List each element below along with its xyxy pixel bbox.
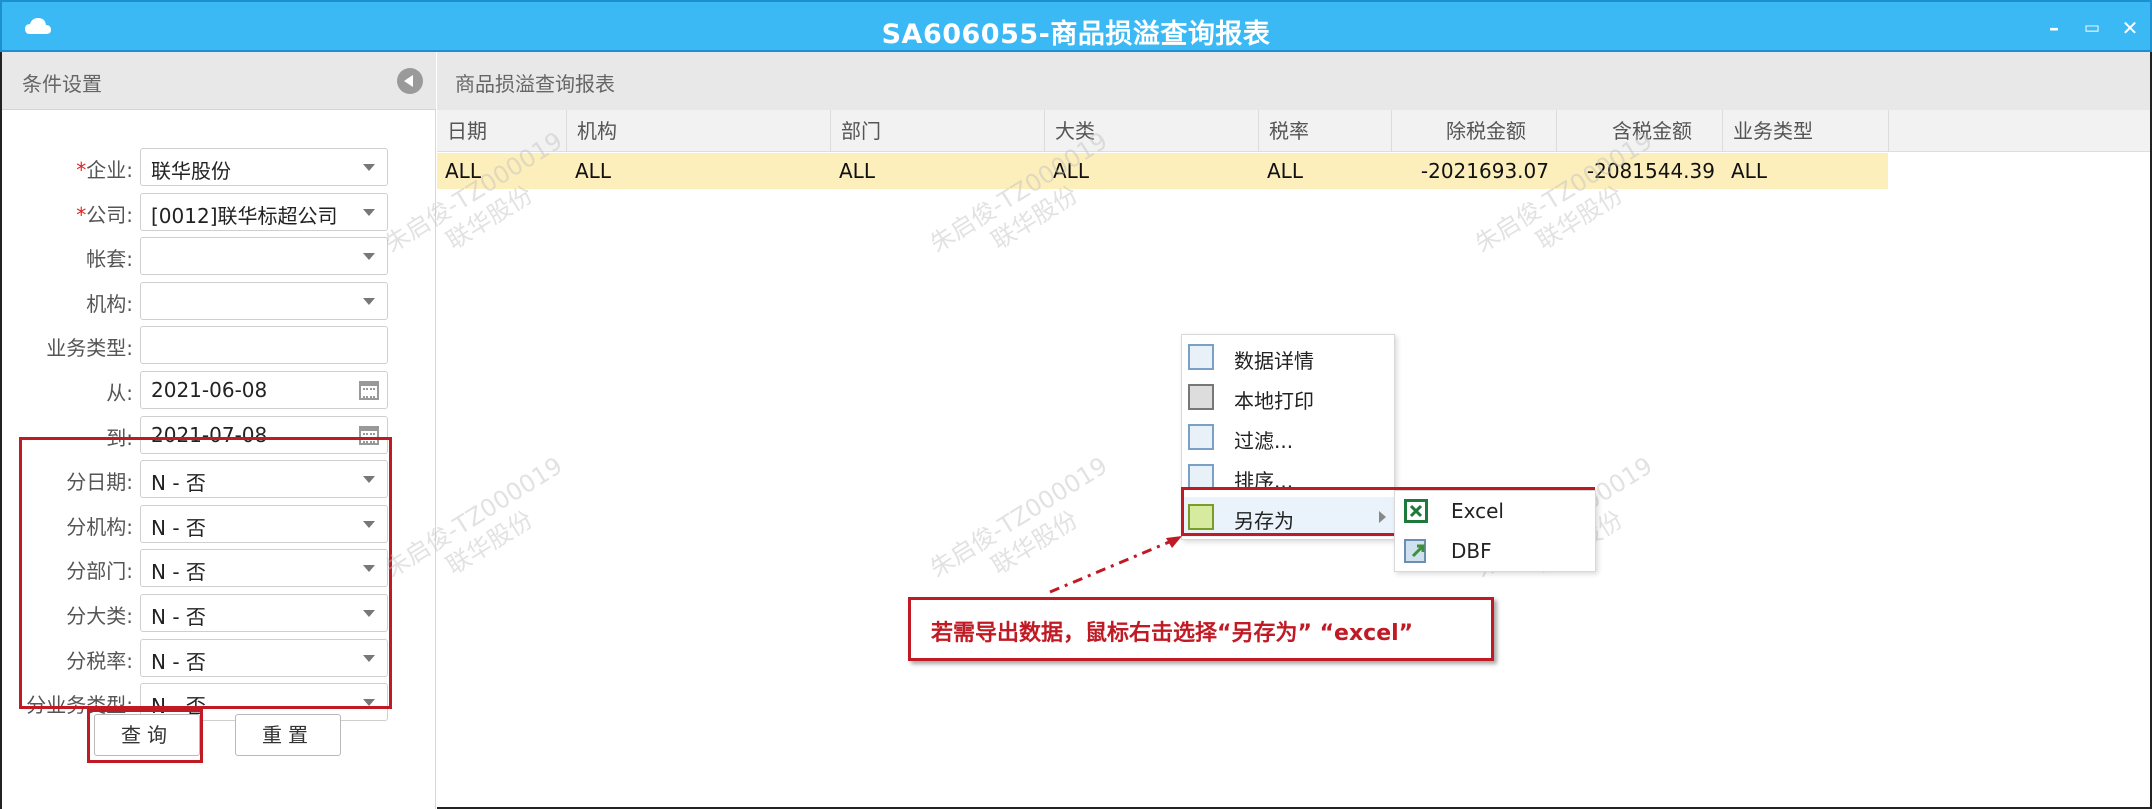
annotation-arrow [1049,536,1182,594]
dropdown-arrow-icon[interactable] [363,297,375,305]
dropdown-arrow-icon[interactable] [363,164,375,171]
field-label: *企业: [76,158,133,182]
report-title: 商品损溢查询报表 [455,72,615,96]
query-button[interactable]: 查询 [94,714,200,756]
filter-icon [1188,424,1214,450]
form-row: *公司: [0012]联华标超公司 [2,192,438,231]
export-hint-callout: 若需导出数据，鼠标右击选择“另存为” “excel” [908,597,1494,661]
printer-icon [1188,384,1214,410]
org-field[interactable] [140,281,388,320]
account-set-field[interactable] [140,237,388,276]
document-icon [1188,344,1214,370]
dropdown-arrow-icon[interactable] [363,208,375,216]
menu-item-data-detail[interactable]: 数据详情 [1182,337,1394,377]
excel-icon [1404,499,1428,523]
company-field[interactable]: 联华股份 [140,148,388,186]
required-marker: * [76,158,87,182]
annotation-highlight-box [19,437,392,709]
form-row: 帐套: [2,237,438,276]
submenu-item-excel[interactable]: Excel [1395,491,1595,531]
table-cell: ALL [1731,159,1767,183]
menu-item-local-print[interactable]: 本地打印 [1182,377,1394,417]
reset-button[interactable]: 重置 [235,714,341,756]
minimize-icon[interactable]: – [2042,16,2066,40]
export-hint-text: 若需导出数据，鼠标右击选择“另存为” “excel” [931,621,1414,646]
field-value: 2021-06-08 [151,378,268,402]
column-header-amount-ex-tax[interactable]: 除税金额 [1392,110,1557,152]
required-marker: * [76,202,87,227]
field-label: *公司: [76,202,133,227]
dbf-export-icon [1404,539,1426,563]
condition-panel-title: 条件设置 [22,72,102,96]
form-row: 业务类型: [2,326,438,365]
close-icon[interactable]: ✕ [2118,16,2142,40]
field-label: 业务类型: [46,336,133,361]
calendar-icon[interactable] [359,381,379,400]
column-header-dept[interactable]: 部门 [831,110,1045,152]
window-title: SA606055-商品损溢查询报表 [881,19,1271,50]
date-from-field[interactable]: 2021-06-08 [140,371,388,409]
table-cell: -2021693.07 [1420,159,1549,183]
table-header: 日期 机构 部门 大类 税率 除税金额 含税金额 业务类型 [437,110,2150,152]
column-header-tax-rate[interactable]: 税率 [1259,110,1392,152]
menu-item-filter[interactable]: 过滤... [1182,417,1394,457]
restore-icon[interactable]: ▭ [2080,16,2104,40]
table-cell: ALL [1267,159,1303,183]
branch-company-field[interactable]: [0012]联华标超公司 [140,192,388,231]
report-header: 商品损溢查询报表 [437,52,2150,110]
form-row: 从: 2021-06-08 [2,371,438,409]
form-row: *企业: 联华股份 [2,148,438,186]
field-value: 联华股份 [151,159,231,183]
column-header-org[interactable]: 机构 [567,110,831,152]
collapse-panel-icon[interactable] [397,68,423,94]
window-titlebar: SA606055-商品损溢查询报表 – ▭ ✕ [0,0,2152,52]
dropdown-arrow-icon[interactable] [363,253,375,261]
condition-panel: 条件设置 *企业: 联华股份 *公司: [0012]联华标超公司 帐套: 机构: 业务类型:… [0,52,436,809]
condition-panel-header: 条件设置 [2,52,436,110]
submenu-item-dbf[interactable]: DBF [1395,531,1595,571]
save-as-submenu: Excel DBF [1394,490,1596,572]
field-label: 机构: [86,291,133,316]
field-label: 从: [106,381,133,405]
field-label: 帐套: [86,247,133,272]
form-row: 机构: [2,281,438,320]
field-value: [0012]联华标超公司 [151,203,338,228]
column-header-business-type[interactable]: 业务类型 [1723,110,1889,152]
table-cell: ALL [575,159,611,183]
business-type-field[interactable] [140,326,388,365]
